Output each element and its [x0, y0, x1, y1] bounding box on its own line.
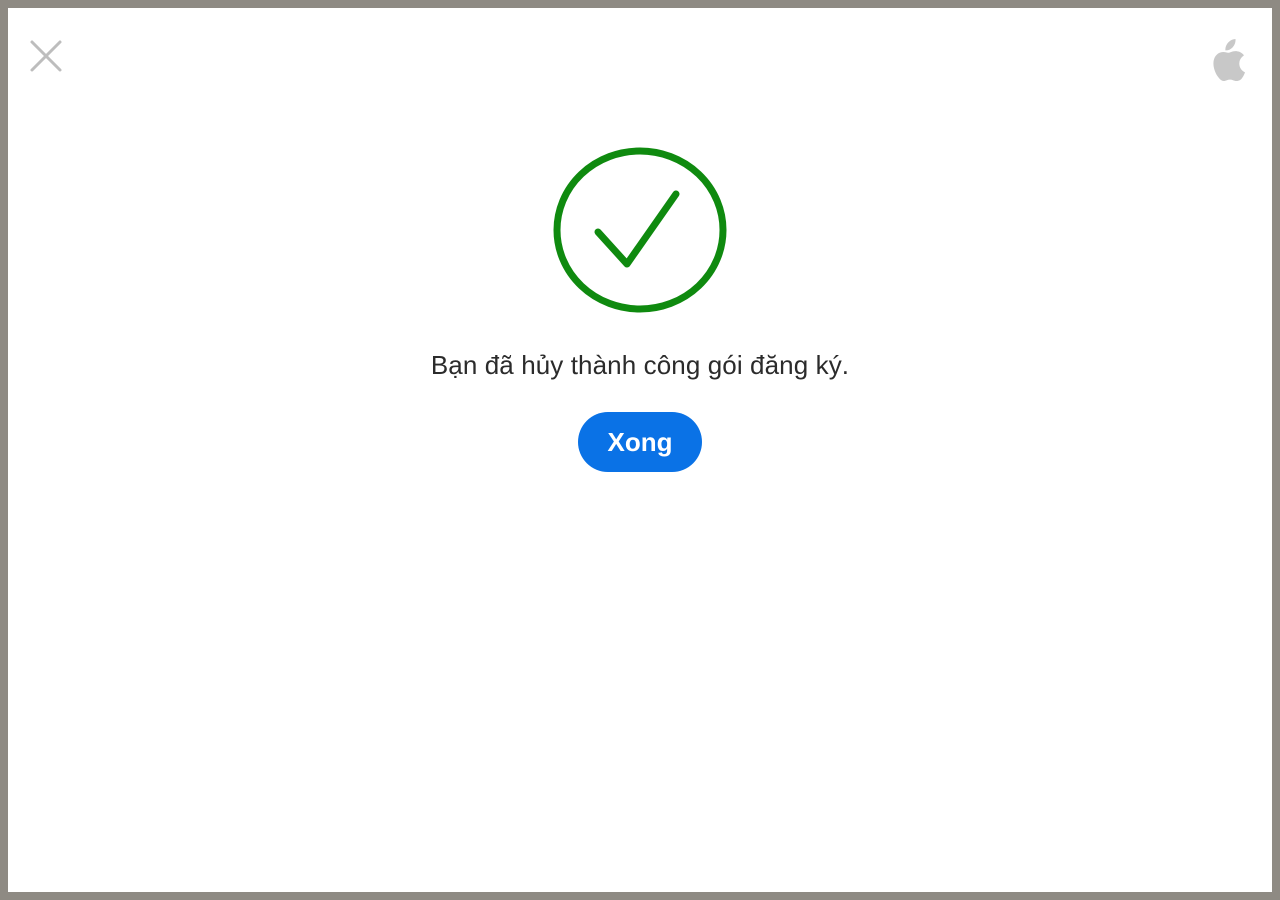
apple-logo — [1208, 38, 1248, 84]
success-message: Bạn đã hủy thành công gói đăng ký. — [430, 350, 850, 380]
done-button[interactable]: Xong — [578, 412, 702, 472]
success-indicator — [550, 146, 730, 318]
check-circle-icon — [552, 146, 728, 319]
close-button[interactable] — [26, 38, 66, 78]
apple-logo-icon — [1209, 37, 1247, 86]
dialog-window: Bạn đã hủy thành công gói đăng ký. Xong — [8, 8, 1272, 892]
confirmation-panel: Bạn đã hủy thành công gói đăng ký. Xong — [8, 146, 1272, 472]
close-icon — [28, 38, 64, 79]
